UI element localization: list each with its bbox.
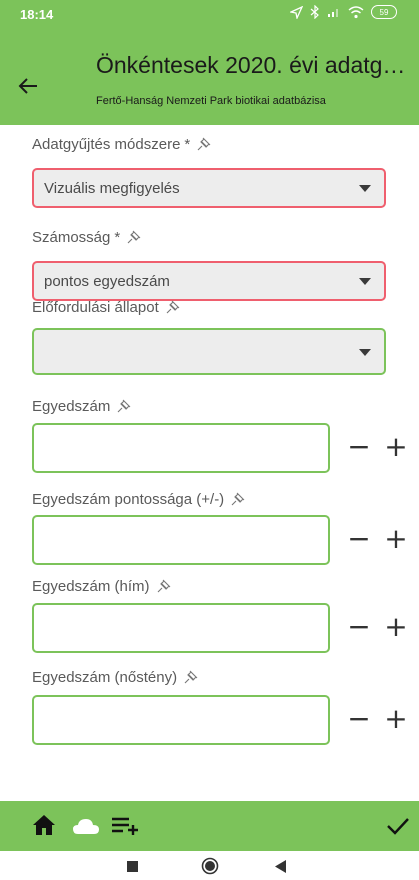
abundance-select[interactable]: pontos egyedszám (32, 261, 386, 301)
count-female-input[interactable] (32, 695, 330, 745)
page-title: Önkéntesek 2020. évi adatgy… (96, 52, 411, 78)
count-female-label: Egyedszám (nőstény) (32, 668, 200, 686)
count-precision-increment-button[interactable]: + (382, 525, 410, 553)
count-male-increment-button[interactable]: + (382, 613, 410, 641)
chevron-down-icon (359, 185, 371, 192)
occurrence-select[interactable] (32, 328, 386, 375)
count-male-decrement-button[interactable]: − (345, 613, 373, 641)
back-button[interactable] (12, 70, 44, 102)
playlist-add-icon[interactable] (111, 816, 141, 836)
home-icon[interactable] (32, 814, 56, 836)
count-label-text: Egyedszám (32, 397, 111, 415)
count-precision-label: Egyedszám pontossága (+/-) (32, 490, 247, 508)
method-label-text: Adatgyűjtés módszere (32, 135, 181, 153)
stop-icon[interactable] (127, 861, 138, 872)
count-increment-button[interactable]: + (382, 433, 410, 461)
required-mark: * (114, 228, 121, 246)
pin-icon[interactable] (115, 397, 133, 415)
count-female-decrement-button[interactable]: − (345, 705, 373, 733)
method-select-value: Vizuális megfigyelés (44, 179, 180, 197)
count-precision-decrement-button[interactable]: − (345, 525, 373, 553)
required-mark: * (184, 135, 191, 153)
abundance-label: Számosság * (32, 228, 143, 246)
count-input[interactable] (32, 423, 330, 473)
count-decrement-button[interactable]: − (345, 433, 373, 461)
cloud-icon[interactable] (72, 817, 100, 835)
status-bar: 18:14 59 (0, 0, 419, 30)
count-male-input[interactable] (32, 603, 330, 653)
bluetooth-icon (310, 5, 319, 19)
count-precision-input[interactable] (32, 515, 330, 565)
battery-level: 59 (379, 7, 389, 17)
count-male-label-text: Egyedszám (hím) (32, 577, 150, 595)
back-triangle-icon[interactable] (275, 860, 287, 873)
app-bar: Önkéntesek 2020. évi adatgy… Fertő-Hansá… (0, 30, 419, 125)
abundance-label-text: Számosság (32, 228, 111, 246)
pin-icon[interactable] (229, 490, 247, 508)
pin-icon[interactable] (164, 298, 182, 316)
pin-icon[interactable] (125, 228, 143, 246)
circle-home-icon[interactable] (201, 857, 219, 875)
method-label: Adatgyűjtés módszere * (32, 135, 213, 153)
system-nav-bar (0, 851, 419, 880)
status-icons: 59 (290, 5, 397, 19)
bottom-action-bar (0, 801, 419, 851)
status-time: 18:14 (20, 7, 54, 22)
occurrence-label: Előfordulási állapot (32, 298, 182, 316)
pin-icon[interactable] (182, 668, 200, 686)
pin-icon[interactable] (195, 135, 213, 153)
method-select[interactable]: Vizuális megfigyelés (32, 168, 386, 208)
location-icon (290, 5, 303, 19)
count-male-label: Egyedszám (hím) (32, 577, 173, 595)
signal-icon (328, 9, 338, 17)
back-arrow-icon (18, 78, 37, 94)
chevron-down-icon (359, 278, 371, 285)
count-label: Egyedszám (32, 397, 133, 415)
abundance-select-value: pontos egyedszám (44, 272, 170, 290)
count-female-label-text: Egyedszám (nőstény) (32, 668, 178, 686)
battery-icon: 59 (371, 5, 397, 19)
count-precision-label-text: Egyedszám pontossága (+/-) (32, 490, 225, 508)
form-content[interactable]: Adatgyűjtés módszere * Vizuális megfigye… (0, 125, 419, 801)
check-icon[interactable] (386, 816, 410, 836)
occurrence-label-text: Előfordulási állapot (32, 298, 159, 316)
pin-icon[interactable] (155, 577, 173, 595)
page-subtitle: Fertő-Hanság Nemzeti Park biotikai adatb… (96, 95, 326, 107)
count-female-increment-button[interactable]: + (382, 705, 410, 733)
wifi-icon (348, 5, 364, 18)
chevron-down-icon (359, 349, 371, 356)
